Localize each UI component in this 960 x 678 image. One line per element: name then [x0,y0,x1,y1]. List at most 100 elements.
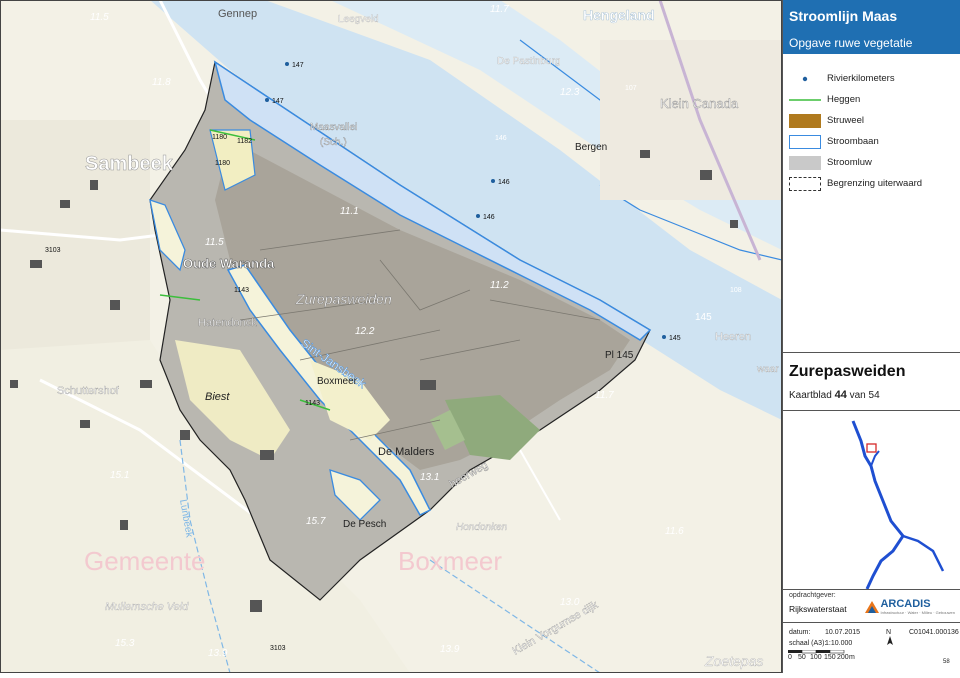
km-label: 145 [669,335,681,342]
logo-subtext: Infrastructuur · Water · Milieu · Gebouw… [880,610,955,615]
town-bergen [600,40,782,200]
document-code: C01041.000136 [909,629,959,636]
label-hengeland: Hengeland [583,7,655,23]
legend-label: Rivierkilometers [827,73,895,84]
scale-value: 1:10.000 [825,640,853,647]
height-label: 13.9 [440,644,460,655]
metadata-block: datum: 10.07.2015 schaal (A3): 1:10.000 … [783,622,960,673]
legend-item-stroombaan: Stroombaan [789,131,954,152]
height-label: 12.2 [355,326,375,337]
dot-icon [789,72,821,86]
outline-fill-icon [789,134,821,149]
label-biest: Biest [205,391,230,403]
scalebar-unit: m [849,654,855,661]
label-boxmeer-municipality: Boxmeer [398,546,502,576]
code-label: 1182 [237,138,252,145]
height-label: 13.9 [208,648,228,659]
height-label: 11.7 [595,390,614,401]
label-zoetepas: Zoetepas [704,653,763,669]
km-label: 147 [272,98,284,105]
height-label: 11.8 [152,77,171,88]
logo-text: ARCADIS [880,598,931,610]
height-label: 11.2 [490,280,509,291]
height-label: 12.3 [560,87,580,98]
code-label: 1143 [234,287,249,294]
client-block: opdrachtgever: Rijkswaterstaat ARCADIS I… [783,590,960,622]
label-gennep: Gennep [218,8,257,20]
arcadis-logo-icon [865,600,880,613]
label-de-pastinburg: De Pastinburg [497,56,560,67]
panel-header: Stroomlijn Maas Opgave ruwe vegetatie [783,0,960,54]
fill-icon [789,155,821,170]
scalebar-tick: 200 [837,654,849,661]
sheet-prefix: Kaartblad [789,390,832,401]
label-sambeek: Sambeek [85,153,174,175]
code-label: 3103 [45,247,61,254]
area-block: Zurepasweiden Kaartblad 44 van 54 [783,352,960,411]
label-gemeente: Gemeente [84,546,205,576]
fill-icon [789,113,821,128]
line-icon [789,93,821,107]
overview-map [783,410,960,590]
legend-item-rivierkilometers: Rivierkilometers [789,68,954,89]
label-hatendonck: Hatendonck [198,317,257,329]
legend-panel: Stroomlijn Maas Opgave ruwe vegetatie Ri… [782,0,960,673]
label-oude-waranda: Oude Waranda [183,256,275,271]
code-label: 3103 [270,645,286,652]
height-label: 11.5 [90,12,109,23]
sheet-suffix: van 54 [849,390,880,401]
scalebar-tick: 100 [810,654,822,661]
height-label: 11.5 [205,237,224,248]
page-ref: 58 [943,659,950,665]
label-schans: (Sch.) [320,137,347,148]
legend-item-heggen: Heggen [789,89,954,110]
height-label: 11.1 [340,206,359,217]
label-de-pesch: De Pesch [343,519,386,530]
scalebar-tick: 0 [788,654,792,661]
code-label: 1180 [212,134,227,141]
km-label: 146 [495,135,507,142]
legend-label: Stroombaan [827,136,879,147]
legend-label: Begrenzing uiterwaard [827,178,923,189]
code-label: 108 [730,287,742,294]
panel-subtitle: Opgave ruwe vegetatie [789,36,913,50]
code-label: 1180 [215,160,230,167]
label-de-malders: De Malders [378,446,435,458]
label-schuttershof: Schuttershof [57,385,120,397]
scalebar-tick: 150 [824,654,836,661]
legend-item-stroomluw: Stroomluw [789,152,954,173]
legend-item-begrenzing: Begrenzing uiterwaard [789,173,954,194]
north-label: N [886,629,892,636]
map-canvas: Gennep Hengeland Sambeek Bergen Klein Ca… [0,0,783,674]
north-arrow-icon: N [886,629,894,648]
panel-title: Stroomlijn Maas [789,8,898,24]
sheet-info: Kaartblad 44 van 54 [789,389,955,401]
code-label: 107 [625,85,637,92]
height-label: 13.1 [420,472,439,483]
label-leegveld: Leegveld [338,14,379,25]
code-label: 1143 [305,400,320,407]
legend-label: Heggen [827,94,861,105]
legend-item-struweel: Struweel [789,110,954,131]
scale-label: schaal (A3): [789,640,827,647]
map-view[interactable]: Gennep Hengeland Sambeek Bergen Klein Ca… [0,0,783,674]
label-boxmeer: Boxmeer [317,376,358,387]
height-label: 15.7 [306,516,326,527]
label-heeren: Heeren [715,331,751,343]
km-label: 147 [292,62,304,69]
height-label: 15.3 [115,638,135,649]
arcadis-logo: ARCADIS Infrastructuur · Water · Milieu … [864,598,955,615]
legend: Rivierkilometers Heggen Struweel Stroomb… [783,54,960,194]
legend-label: Struweel [827,115,864,126]
label-waar: waar [756,364,779,375]
label-maasvallei: Maasvallei [310,122,357,133]
scalebar-tick: 50 [798,654,806,661]
date-label: datum: [789,629,811,636]
label-mullemsche-veld: Mullemsche Veld [105,601,189,613]
height-label: 15.1 [110,470,129,481]
date-value: 10.07.2015 [825,629,861,636]
label-klein-canada: Klein Canada [660,96,739,111]
label-pl145: Pl 145 [605,350,634,361]
km-label: 146 [483,214,495,221]
label-hondonken: Hondonken [456,522,508,533]
